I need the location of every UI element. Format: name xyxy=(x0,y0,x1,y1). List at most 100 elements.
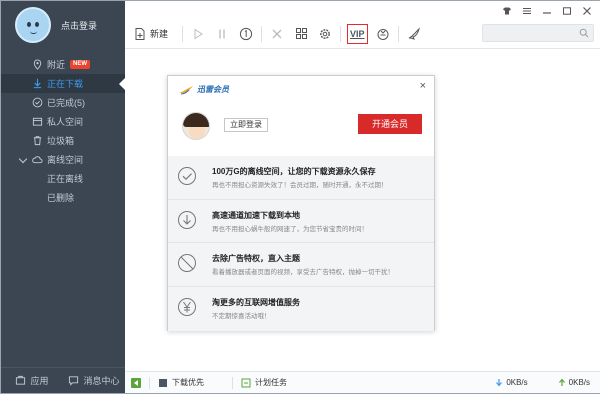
status-divider xyxy=(232,376,233,389)
benefit-title: 去除广告特权，直入主题 xyxy=(212,254,300,263)
sidebar-item-label: 已删除 xyxy=(47,193,75,203)
login-now-button[interactable]: 立即登录 xyxy=(224,118,268,132)
check-circle-icon xyxy=(32,97,43,108)
chevron-down-icon[interactable] xyxy=(18,154,28,164)
close-icon[interactable] xyxy=(582,7,592,15)
benefit-desc: 再也不用担心蜗牛般的网速了，为您节省宝贵的时间！ xyxy=(212,225,368,233)
menu-icon[interactable] xyxy=(522,7,532,15)
benefit-title: 高速通道加速下载到本地 xyxy=(212,210,300,220)
apps-button[interactable]: 应用 xyxy=(1,374,63,387)
message-center-button[interactable]: 消息中心 xyxy=(63,374,125,387)
scheduled-tasks-button[interactable]: 计划任务 xyxy=(255,377,287,388)
profile-area: 点击登录 xyxy=(1,1,125,49)
delete-icon xyxy=(272,29,282,38)
download-speed-value: 0KB/s xyxy=(506,378,528,387)
avatar[interactable] xyxy=(15,7,51,43)
download-priority-icon xyxy=(159,378,167,387)
sidebar-item-offline-space[interactable]: 离线空间 xyxy=(1,150,125,169)
upload-speed-value: 0KB/s xyxy=(568,378,590,387)
pause-button[interactable] xyxy=(213,25,231,43)
gift-icon xyxy=(377,28,389,40)
apps-icon xyxy=(16,375,26,385)
login-link[interactable]: 点击登录 xyxy=(61,19,97,32)
upload-speed: 0KB/s xyxy=(558,378,590,387)
sidebar-item-label: 已完成(5) xyxy=(47,98,85,108)
cloud-icon xyxy=(32,156,43,164)
view-mode-button[interactable] xyxy=(292,25,310,43)
toolbar-divider xyxy=(261,25,263,42)
sidebar-item-nearby[interactable]: 附近 NEW xyxy=(1,55,125,74)
grid-icon xyxy=(295,28,307,39)
new-file-icon xyxy=(135,27,145,40)
logo-text: 迅雷会员 xyxy=(197,85,229,94)
schedule-icon xyxy=(241,378,251,387)
single-task-icon xyxy=(239,27,253,40)
pause-icon xyxy=(219,29,225,38)
toolbar-divider xyxy=(182,25,184,42)
benefit-title: 100万G的离线空间，让您的下载资源永久保存 xyxy=(212,167,376,176)
sidebar-item-label: 私人空间 xyxy=(47,117,84,127)
open-vip-button[interactable]: 开通会员 xyxy=(358,114,422,134)
download-speed: 0KB/s xyxy=(495,378,528,387)
settings-button[interactable] xyxy=(316,25,334,43)
start-button[interactable] xyxy=(189,25,207,43)
message-center-label: 消息中心 xyxy=(83,376,120,386)
maximize-icon[interactable] xyxy=(562,7,572,15)
apps-label: 应用 xyxy=(30,376,49,386)
sidebar-item-trash[interactable]: 垃圾箱 xyxy=(1,131,125,150)
benefit-item: 去除广告特权，直入主题 看着播放器或者页面的视频，享受去广告特权，抛掉一切干扰！ xyxy=(168,243,434,287)
skin-icon[interactable] xyxy=(502,7,512,15)
popup-close-button[interactable]: × xyxy=(420,80,426,92)
user-avatar[interactable] xyxy=(182,112,210,140)
sidebar-item-downloading[interactable]: 正在下载 xyxy=(1,74,125,93)
sidebar-item-label: 附近 xyxy=(47,60,66,70)
vip-popup: 迅雷会员 × 立即登录 开通会员 100万G的离线空间，让您的下载资源永久保存 … xyxy=(167,75,435,331)
single-task-button[interactable] xyxy=(237,25,255,43)
new-task-label: 新建 xyxy=(150,29,169,39)
benefit-desc: 看着播放器或者页面的视频，享受去广告特权，抛掉一切干扰！ xyxy=(212,269,394,276)
search-input[interactable] xyxy=(482,24,594,42)
gift-button[interactable] xyxy=(374,25,392,43)
popup-header: 立即登录 开通会员 xyxy=(168,100,434,154)
sidebar-item-private-space[interactable]: 私人空间 xyxy=(1,112,125,131)
bird-button[interactable] xyxy=(405,25,423,43)
search-icon[interactable] xyxy=(579,28,589,38)
download-priority-toggle[interactable]: 下载优先 xyxy=(172,377,204,388)
minimize-icon[interactable] xyxy=(542,7,552,15)
no-ads-icon xyxy=(178,254,196,272)
vip-label: VIP xyxy=(350,28,365,39)
vip-button[interactable]: VIP xyxy=(347,23,368,44)
sidebar-item-offline-active[interactable]: 正在离线 xyxy=(1,169,125,188)
benefit-desc: 不定期惊喜活动哦！ xyxy=(212,312,271,320)
toolbar: 新建 VIP xyxy=(125,19,600,49)
sidebar-item-label: 垃圾箱 xyxy=(47,136,75,146)
download-icon xyxy=(33,78,42,89)
location-icon xyxy=(33,59,42,70)
sidebar-nav: 附近 NEW 正在下载 已完成(5) 私人空间 垃圾箱 离线空间 正在离线 已删… xyxy=(1,55,125,207)
gear-icon xyxy=(320,28,330,39)
benefit-item: 100万G的离线空间，让您的下载资源永久保存 再也不用担心资源失效了！会员过期，… xyxy=(168,156,434,200)
thunder-window: 点击登录 附近 NEW 正在下载 已完成(5) 私人空间 垃圾箱 离线空间 正在… xyxy=(0,0,600,394)
benefit-item: 淘更多的互联网增值服务 不定期惊喜活动哦！ xyxy=(168,287,434,331)
sidebar-item-completed[interactable]: 已完成(5) xyxy=(1,93,125,112)
download-circle-icon xyxy=(178,210,196,229)
window-controls xyxy=(502,5,592,17)
check-circle-icon xyxy=(178,167,196,185)
thunder-logo-icon xyxy=(179,85,193,94)
new-badge: NEW xyxy=(70,60,91,69)
arrow-down-icon xyxy=(496,379,503,387)
private-box-icon xyxy=(32,117,43,126)
sidebar-item-label: 正在离线 xyxy=(47,174,84,184)
sidebar-item-label: 离线空间 xyxy=(47,155,84,165)
toolbar-divider xyxy=(397,25,399,42)
sidebar-item-deleted[interactable]: 已删除 xyxy=(1,188,125,207)
delete-button[interactable] xyxy=(268,25,286,43)
sidebar-item-label: 正在下载 xyxy=(47,79,84,89)
message-icon xyxy=(69,376,79,386)
status-bar: 下载优先 计划任务 0KB/s 0KB/s xyxy=(125,371,600,393)
new-task-button[interactable]: 新建 xyxy=(133,27,168,41)
collapse-button[interactable] xyxy=(131,377,141,388)
thunder-vip-logo: 迅雷会员 xyxy=(178,84,229,95)
sidebar: 点击登录 附近 NEW 正在下载 已完成(5) 私人空间 垃圾箱 离线空间 正在… xyxy=(1,1,125,393)
benefit-title: 淘更多的互联网增值服务 xyxy=(212,297,300,307)
